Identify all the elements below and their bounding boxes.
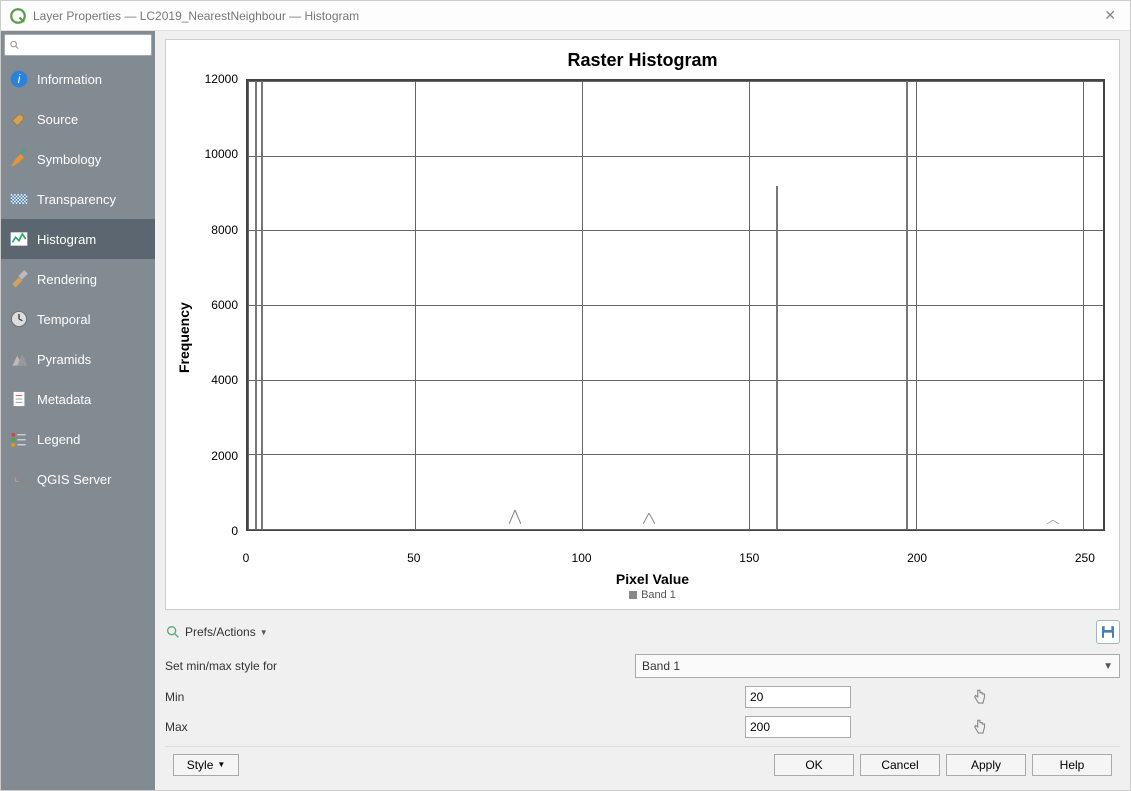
min-label: Min [165, 690, 745, 704]
style-button[interactable]: Style▼ [173, 754, 239, 776]
chevron-down-icon: ▼ [260, 628, 268, 637]
sidebar-item-label: Pyramids [37, 352, 91, 367]
histogram-icon [9, 229, 29, 249]
sidebar-item-pyramids[interactable]: Pyramids [1, 339, 155, 379]
set-minmax-label: Set min/max style for [165, 659, 635, 673]
apply-button[interactable]: Apply [946, 754, 1026, 776]
band-select-dropdown[interactable]: Band 1 ▼ [635, 654, 1120, 678]
svg-text:i: i [18, 73, 21, 86]
histogram-chart: Raster Histogram Frequency 0200040006000… [165, 39, 1120, 610]
search-icon [9, 39, 20, 51]
info-icon: i [9, 69, 29, 89]
brush-icon [9, 269, 29, 289]
save-histogram-button[interactable] [1096, 620, 1120, 644]
sidebar-item-label: Transparency [37, 192, 116, 207]
sidebar-item-rendering[interactable]: Rendering [1, 259, 155, 299]
sidebar-item-label: Metadata [37, 392, 91, 407]
qgis-logo-icon [9, 7, 27, 25]
pick-max-icon[interactable] [971, 718, 989, 736]
pick-min-icon[interactable] [971, 688, 989, 706]
sidebar-item-transparency[interactable]: Transparency [1, 179, 155, 219]
transparency-icon [9, 189, 29, 209]
chart-title: Raster Histogram [174, 50, 1111, 71]
sidebar-item-information[interactable]: i Information [1, 59, 155, 99]
plot-grid[interactable]: 020004000600080001000012000 [194, 75, 1111, 551]
sidebar-item-label: Legend [37, 432, 80, 447]
window-title: Layer Properties — LC2019_NearestNeighbo… [33, 9, 359, 23]
sidebar-item-label: Source [37, 112, 78, 127]
pyramids-icon [9, 349, 29, 369]
server-icon [9, 469, 29, 489]
sidebar-item-histogram[interactable]: Histogram [1, 219, 155, 259]
ok-button[interactable]: OK [774, 754, 854, 776]
sidebar-item-label: QGIS Server [37, 472, 111, 487]
max-input[interactable] [745, 716, 851, 738]
sidebar-item-symbology[interactable]: Symbology [1, 139, 155, 179]
paintbrush-icon [9, 149, 29, 169]
chevron-down-icon: ▼ [217, 760, 225, 769]
chart-legend: Band 1 [194, 589, 1111, 601]
magnifier-icon [165, 624, 181, 640]
y-axis-label: Frequency [174, 75, 194, 601]
sidebar-search-input[interactable] [20, 38, 147, 52]
x-axis-label: Pixel Value [194, 571, 1111, 587]
titlebar: Layer Properties — LC2019_NearestNeighbo… [1, 1, 1130, 31]
cancel-button[interactable]: Cancel [860, 754, 940, 776]
chevron-down-icon: ▼ [1103, 661, 1113, 672]
wrench-icon [9, 109, 29, 129]
document-icon [9, 389, 29, 409]
sidebar-item-label: Temporal [37, 312, 90, 327]
sidebar-item-source[interactable]: Source [1, 99, 155, 139]
sidebar-item-qgis-server[interactable]: QGIS Server [1, 459, 155, 499]
clock-icon [9, 309, 29, 329]
legend-icon [9, 429, 29, 449]
dialog-footer: Style▼ OK Cancel Apply Help [165, 746, 1120, 782]
sidebar: i Information Source Symbology Transpare… [1, 31, 155, 790]
sidebar-search[interactable] [4, 34, 152, 56]
sidebar-item-label: Rendering [37, 272, 97, 287]
sidebar-item-label: Information [37, 72, 102, 87]
main-panel: Raster Histogram Frequency 0200040006000… [155, 31, 1130, 790]
sidebar-item-legend[interactable]: Legend [1, 419, 155, 459]
sidebar-item-metadata[interactable]: Metadata [1, 379, 155, 419]
prefs-actions-button[interactable]: Prefs/Actions ▼ [165, 624, 268, 640]
sidebar-item-temporal[interactable]: Temporal [1, 299, 155, 339]
save-icon [1100, 624, 1116, 640]
min-input[interactable] [745, 686, 851, 708]
sidebar-item-label: Symbology [37, 152, 101, 167]
help-button[interactable]: Help [1032, 754, 1112, 776]
max-label: Max [165, 720, 745, 734]
close-icon[interactable]: ✕ [1098, 5, 1122, 26]
sidebar-item-label: Histogram [37, 232, 96, 247]
